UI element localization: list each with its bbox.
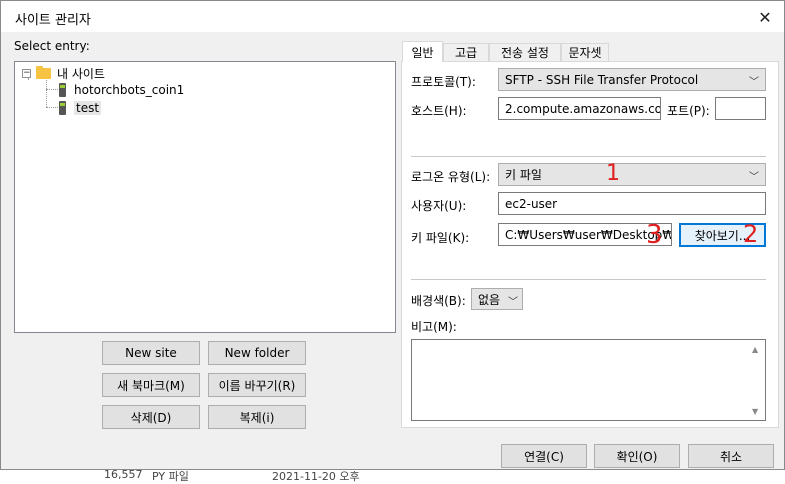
user-input[interactable]: ec2-user — [498, 192, 766, 215]
duplicate-button[interactable]: 복제(i) — [208, 405, 306, 429]
server-icon — [59, 101, 66, 115]
protocol-label: 프로토콜(T): — [411, 75, 476, 89]
folder-icon — [36, 65, 51, 79]
bg-file-type: PY 파일 — [152, 470, 189, 483]
window-title: 사이트 관리자 — [15, 13, 91, 28]
protocol-select[interactable]: SFTP - SSH File Transfer Protocol ﹀ — [498, 68, 766, 91]
comments-textarea[interactable] — [411, 339, 766, 421]
protocol-value: SFTP - SSH File Transfer Protocol — [505, 72, 699, 87]
scroll-down-icon[interactable]: ▼ — [752, 407, 758, 416]
scroll-up-icon[interactable]: ▲ — [752, 345, 758, 354]
chevron-down-icon: ﹀ — [749, 77, 759, 88]
tab-charset[interactable]: 문자셋 — [561, 43, 609, 61]
bg-file-date: 2021-11-20 오후 — [272, 470, 360, 483]
tab-general[interactable]: 일반 — [402, 41, 443, 62]
new-folder-button[interactable]: New folder — [208, 341, 306, 365]
cancel-button[interactable]: 취소 — [688, 444, 774, 468]
tree-item-site-selected[interactable]: test — [59, 99, 102, 117]
tab-advanced[interactable]: 고급 — [443, 43, 489, 61]
keyfile-label: 키 파일(K): — [411, 231, 470, 245]
tree-item-label: test — [74, 101, 102, 115]
site-manager-dialog: 사이트 관리자 ✕ Select entry: − 내 사이트 hotorchb… — [0, 0, 785, 470]
new-site-button[interactable]: New site — [102, 341, 200, 365]
select-entry-label: Select entry: — [14, 39, 90, 53]
separator — [411, 156, 766, 157]
chevron-down-icon: ﹀ — [749, 172, 759, 183]
tab-transfer-settings[interactable]: 전송 설정 — [489, 43, 561, 61]
connect-button[interactable]: 연결(C) — [501, 444, 587, 468]
tree-item-site[interactable]: hotorchbots_coin1 — [59, 81, 184, 99]
bgcolor-label: 배경색(B): — [411, 294, 466, 308]
tree-root-my-sites[interactable]: − 내 사이트 — [22, 64, 105, 82]
annotation-number-three: 3 — [646, 220, 663, 250]
bgcolor-select[interactable]: 없음 ﹀ — [471, 288, 523, 310]
site-tree[interactable]: − 내 사이트 hotorchbots_coin1 test — [14, 61, 396, 333]
server-icon — [59, 83, 66, 97]
host-label: 호스트(H): — [411, 104, 467, 118]
logon-type-value: 키 파일 — [505, 168, 542, 182]
comments-label: 비고(M): — [411, 320, 457, 334]
port-input[interactable] — [715, 97, 766, 120]
title-bar: 사이트 관리자 ✕ — [1, 1, 784, 32]
background-file-row: 16,557 PY 파일 2021-11-20 오후 — [0, 468, 785, 484]
logon-type-select[interactable]: 키 파일 ﹀ — [498, 163, 766, 186]
ok-button[interactable]: 확인(O) — [594, 444, 680, 468]
tree-root-label: 내 사이트 — [57, 66, 105, 81]
chevron-down-icon: ﹀ — [508, 297, 518, 308]
user-label: 사용자(U): — [411, 199, 467, 213]
logon-type-label: 로그온 유형(L): — [411, 170, 491, 184]
collapse-icon[interactable]: − — [22, 68, 31, 78]
annotation-number-one: 1 — [606, 161, 620, 186]
separator — [411, 279, 766, 280]
new-bookmark-button[interactable]: 새 북마크(M) — [102, 373, 200, 397]
port-label: 포트(P): — [667, 104, 710, 118]
close-icon[interactable]: ✕ — [752, 5, 778, 29]
bgcolor-value: 없음 — [478, 292, 501, 307]
annotation-number-two: 2 — [743, 220, 759, 248]
host-input[interactable]: 2.compute.amazonaws.com — [498, 97, 661, 120]
tree-item-label: hotorchbots_coin1 — [74, 83, 185, 97]
delete-button[interactable]: 삭제(D) — [102, 405, 200, 429]
rename-button[interactable]: 이름 바꾸기(R) — [208, 373, 306, 397]
